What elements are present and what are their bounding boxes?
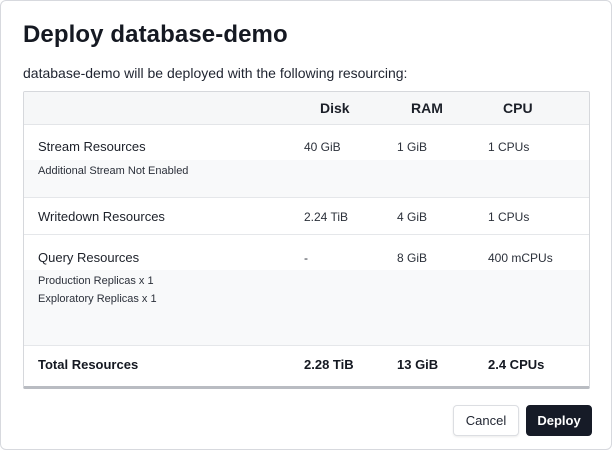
query-cpu: 400 mCPUs — [488, 251, 553, 265]
query-ram: 8 GiB — [397, 251, 428, 265]
row-notes-query: Production Replicas x 1 Exploratory Repl… — [24, 270, 589, 345]
writedown-disk: 2.24 TiB — [304, 210, 349, 224]
query-disk: - — [304, 251, 308, 265]
dialog-title: Deploy database-demo — [23, 21, 288, 48]
row-label-total: Total Resources — [38, 357, 139, 372]
stream-disk: 40 GiB — [304, 140, 341, 154]
header-ram: RAM — [411, 100, 443, 116]
row-label-writedown: Writedown Resources — [38, 209, 165, 224]
total-cpu: 2.4 CPUs — [488, 357, 545, 372]
deploy-dialog: Deploy database-demo database-demo will … — [0, 0, 612, 450]
header-disk: Disk — [320, 100, 350, 116]
row-label-query: Query Resources — [38, 250, 140, 265]
note-production-replicas: Production Replicas x 1 — [38, 275, 154, 287]
cancel-button[interactable]: Cancel — [453, 405, 519, 436]
header-cpu: CPU — [503, 100, 533, 116]
resources-table: Disk RAM CPU Additional Stream Not Enabl… — [23, 91, 590, 389]
table-row-total: Total Resources 2.28 TiB 13 GiB 2.4 CPUs — [24, 346, 589, 386]
stream-ram: 1 GiB — [397, 140, 428, 154]
writedown-cpu: 1 CPUs — [488, 210, 530, 224]
table-header: Disk RAM CPU — [24, 92, 589, 125]
total-disk: 2.28 TiB — [304, 357, 354, 372]
note-additional-stream: Additional Stream Not Enabled — [38, 165, 189, 177]
table-row-stream: Additional Stream Not Enabled Stream Res… — [24, 125, 589, 198]
row-label-stream: Stream Resources — [38, 139, 146, 154]
table-row-query: Production Replicas x 1 Exploratory Repl… — [24, 235, 589, 346]
dialog-subtitle: database-demo will be deployed with the … — [23, 65, 408, 81]
deploy-button[interactable]: Deploy — [526, 405, 592, 436]
table-row-writedown: Writedown Resources 2.24 TiB 4 GiB 1 CPU… — [24, 198, 589, 235]
writedown-ram: 4 GiB — [397, 210, 428, 224]
stream-cpu: 1 CPUs — [488, 140, 530, 154]
note-exploratory-replicas: Exploratory Replicas x 1 — [38, 293, 157, 305]
total-ram: 13 GiB — [397, 357, 439, 372]
row-notes-stream: Additional Stream Not Enabled — [24, 160, 589, 197]
